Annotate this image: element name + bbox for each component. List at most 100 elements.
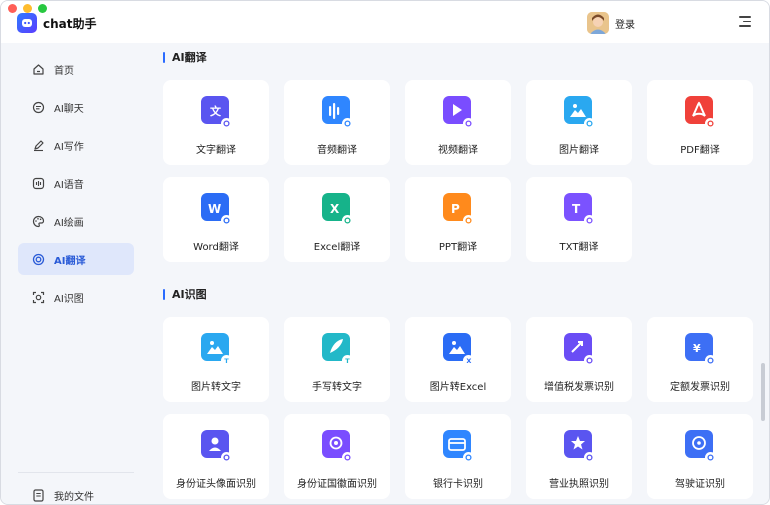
card-image-to-excel[interactable]: X 图片转Excel [405, 317, 511, 402]
sidebar-nav: 首页 AI聊天 AI写作 AI语音 AI绘画 AI翻译 AI识图 [18, 53, 134, 319]
zoom-window-button[interactable] [38, 4, 47, 13]
menu-icon[interactable] [739, 16, 751, 28]
excel-icon: X [320, 191, 354, 226]
card-label: 身份证头像面识别 [176, 479, 256, 490]
sidebar-item-home[interactable]: 首页 [18, 53, 134, 85]
scrollbar-thumb[interactable] [761, 363, 765, 421]
sidebar-item-pen[interactable]: AI写作 [18, 129, 134, 161]
pen-icon [34, 139, 44, 151]
card-word[interactable]: W Word翻译 [163, 177, 269, 262]
sidebar-item-label: AI聊天 [54, 103, 84, 115]
svg-text:T: T [345, 357, 350, 365]
video-icon [441, 94, 475, 129]
card-excel[interactable]: X Excel翻译 [284, 177, 390, 262]
sidebar-item-my-files[interactable]: 我的文件 [32, 488, 94, 503]
card-label: Word翻译 [193, 242, 239, 253]
card-label: TXT翻译 [559, 242, 599, 253]
card-license[interactable]: 营业执照识别 [526, 414, 632, 499]
home-icon [33, 63, 44, 75]
login-button[interactable]: 登录 [615, 16, 635, 31]
window-controls [8, 4, 47, 13]
card-audio[interactable]: 音频翻译 [284, 80, 390, 165]
card-image-to-text[interactable]: T 图片转文字 [163, 317, 269, 402]
card-id-front[interactable]: 身份证头像面识别 [163, 414, 269, 499]
card-label: 图片转Excel [429, 382, 487, 393]
minimize-window-button[interactable] [23, 4, 32, 13]
sidebar-divider [18, 472, 134, 473]
sidebar-item-label: AI写作 [54, 141, 84, 153]
card-video[interactable]: 视频翻译 [405, 80, 511, 165]
palette-icon [32, 215, 45, 227]
image-icon [562, 94, 596, 129]
audio-icon [320, 94, 354, 129]
sidebar: 首页 AI聊天 AI写作 AI语音 AI绘画 AI翻译 AI识图 我的文件 [1, 43, 144, 504]
section-title-translate: AI翻译 [163, 49, 207, 65]
card-label: 驾驶证识别 [675, 479, 725, 490]
card-quota-invoice[interactable]: ¥ 定额发票识别 [647, 317, 753, 402]
close-window-button[interactable] [8, 4, 17, 13]
handwriting-icon: T [320, 331, 354, 366]
svg-text:W: W [208, 202, 221, 216]
svg-text:P: P [451, 202, 460, 216]
card-label: 营业执照识别 [549, 479, 609, 490]
svg-text:T: T [224, 357, 229, 365]
sidebar-item-voice[interactable]: AI语音 [18, 167, 134, 199]
card-label: 视频翻译 [438, 145, 478, 156]
card-handwriting[interactable]: T 手写转文字 [284, 317, 390, 402]
app-title: chat助手 [43, 17, 97, 31]
translate-card-grid: 文文字翻译 音频翻译 视频翻译 图片翻译 PDF翻译 W Word翻译 X Excel翻译 P PP… [163, 80, 753, 262]
sidebar-item-label: AI语音 [54, 179, 84, 191]
id-front-icon [199, 428, 233, 463]
text-doc-icon: 文 [199, 94, 233, 129]
sidebar-item-label: AI翻译 [54, 255, 86, 267]
sidebar-item-label: 我的文件 [54, 492, 94, 503]
app-window: chat助手 登录 首页 AI聊天 AI写作 AI语音 AI绘画 AI翻译 AI识图 我的文… [0, 0, 770, 505]
main-content: AI翻译 文文字翻译 音频翻译 视频翻译 图片翻译 PDF翻译 W Word翻译 X Excel… [144, 43, 769, 504]
txt-icon: T [562, 191, 596, 226]
card-label: 定额发票识别 [670, 382, 730, 393]
card-label: Excel翻译 [313, 242, 361, 253]
sidebar-item-chat[interactable]: AI聊天 [18, 91, 134, 123]
card-image[interactable]: 图片翻译 [526, 80, 632, 165]
card-label: PPT翻译 [438, 242, 478, 253]
card-pdf[interactable]: PDF翻译 [647, 80, 753, 165]
top-bar: chat助手 登录 [1, 1, 769, 43]
file-icon [33, 489, 44, 502]
voice-icon [32, 177, 45, 189]
recognize-card-grid: T 图片转文字 T 手写转文字 X 图片转Excel 增值税发票识别 ¥ 定额发票识别身份证头像… [163, 317, 753, 499]
ppt-icon: P [441, 191, 475, 226]
id-back-icon [320, 428, 354, 463]
card-vat-invoice[interactable]: 增值税发票识别 [526, 317, 632, 402]
card-label: 身份证国徽面识别 [297, 479, 377, 490]
pdf-icon [683, 94, 717, 129]
chat-icon [32, 101, 45, 113]
card-driver-license[interactable]: 驾驶证识别 [647, 414, 753, 499]
svg-text:T: T [572, 202, 581, 216]
card-txt[interactable]: T TXT翻译 [526, 177, 632, 262]
card-label: 手写转文字 [312, 382, 362, 393]
svg-text:文: 文 [210, 104, 222, 118]
card-label: 文字翻译 [196, 145, 236, 156]
card-label: 图片转文字 [191, 382, 241, 393]
section-title-recognize: AI识图 [163, 286, 207, 302]
sidebar-item-palette[interactable]: AI绘画 [18, 205, 134, 237]
sidebar-item-scan[interactable]: AI识图 [18, 281, 134, 313]
word-icon: W [199, 191, 233, 226]
user-avatar[interactable] [587, 12, 609, 34]
image-to-excel-icon: X [441, 331, 475, 366]
card-label: PDF翻译 [680, 145, 720, 156]
card-bank-card[interactable]: 银行卡识别 [405, 414, 511, 499]
sidebar-item-label: AI识图 [54, 293, 84, 305]
card-text-doc[interactable]: 文文字翻译 [163, 80, 269, 165]
quota-invoice-icon: ¥ [683, 331, 717, 366]
image-to-text-icon: T [199, 331, 233, 366]
sidebar-item-label: AI绘画 [54, 217, 84, 229]
svg-text:X: X [466, 357, 471, 365]
sidebar-item-translate[interactable]: AI翻译 [18, 243, 134, 275]
svg-text:¥: ¥ [693, 342, 701, 355]
card-id-back[interactable]: 身份证国徽面识别 [284, 414, 390, 499]
card-ppt[interactable]: P PPT翻译 [405, 177, 511, 262]
card-label: 银行卡识别 [433, 479, 483, 490]
card-label: 音频翻译 [317, 145, 357, 156]
card-label: 图片翻译 [559, 145, 599, 156]
